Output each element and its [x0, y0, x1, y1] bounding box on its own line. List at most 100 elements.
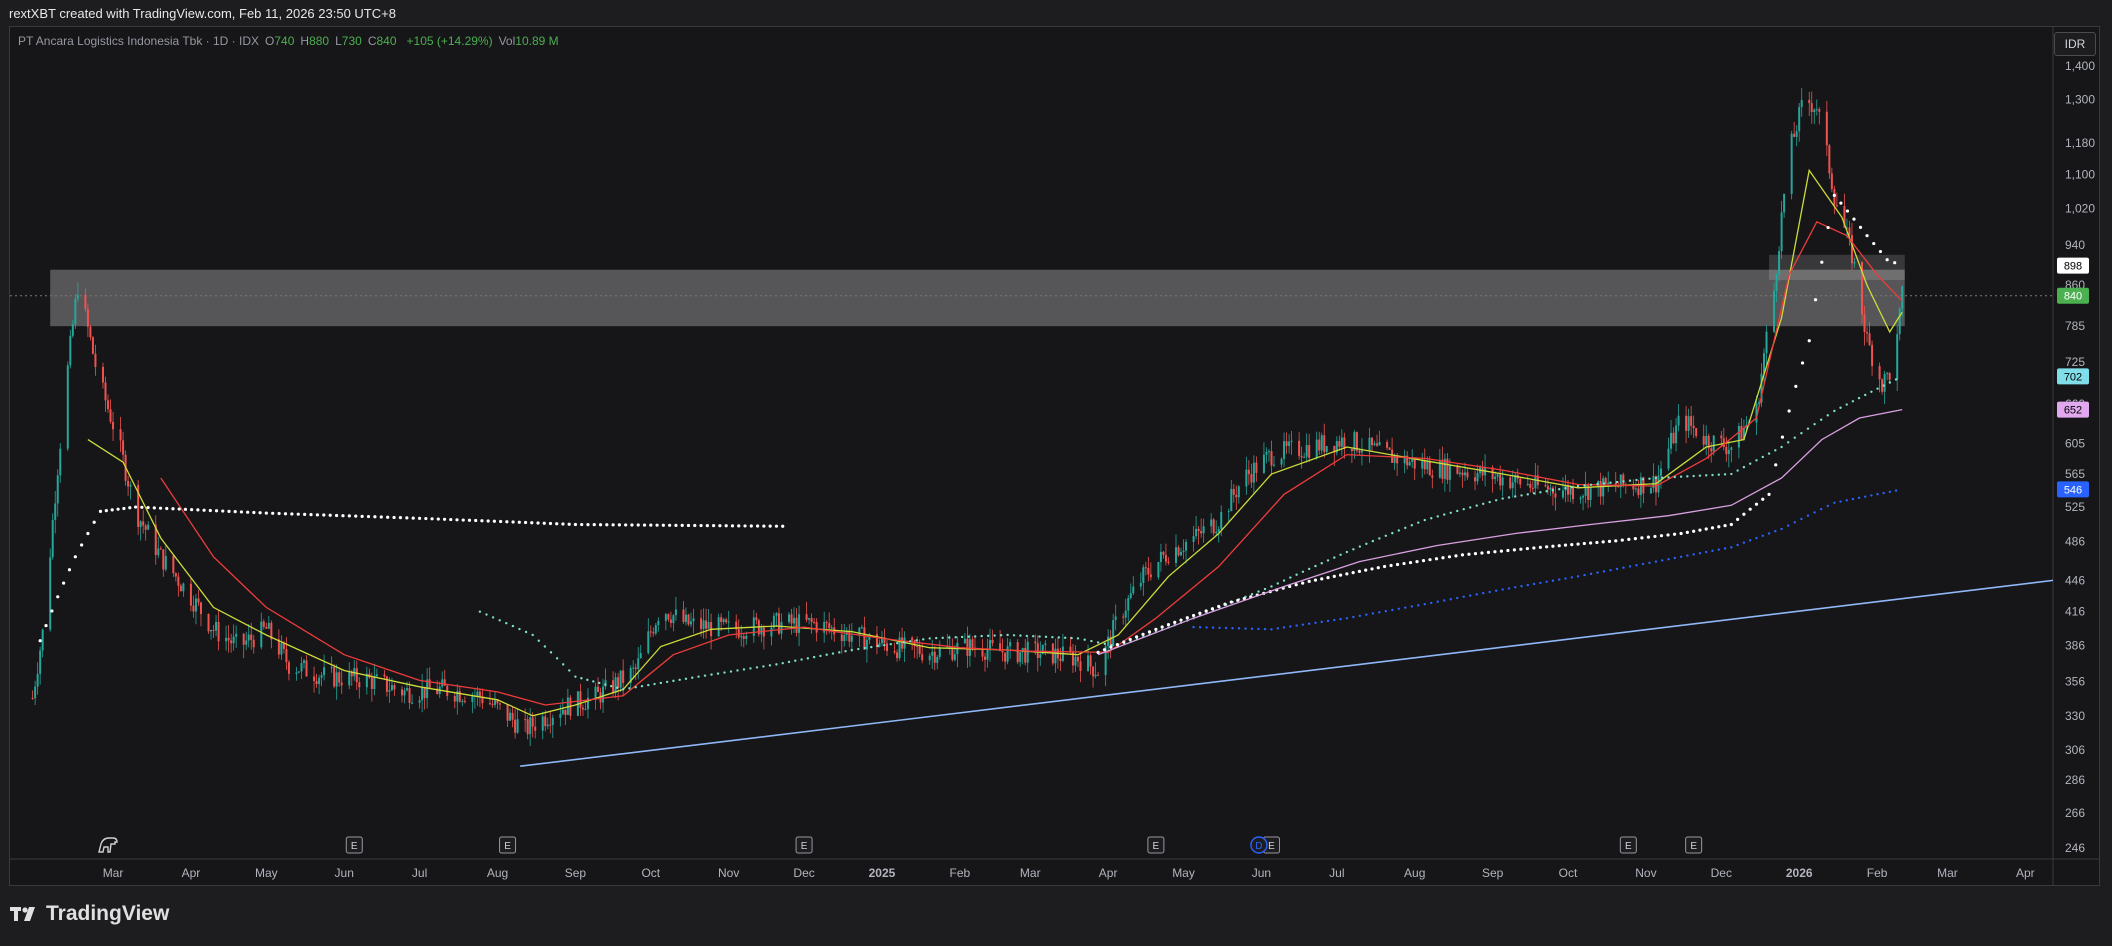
candle-body: [144, 525, 147, 530]
candle-body: [210, 630, 213, 632]
candle-body: [649, 631, 652, 633]
candle-body: [1350, 448, 1353, 452]
indicator-dot: [1462, 595, 1465, 598]
candle-body: [1896, 334, 1899, 380]
indicator-dot: [531, 633, 534, 637]
candle-body: [1167, 561, 1170, 563]
indicator-dot: [92, 520, 96, 524]
indicator-dot: [1742, 465, 1746, 469]
indicator-dot: [44, 623, 48, 628]
candle-body: [1690, 416, 1693, 426]
candle-body: [172, 555, 175, 574]
candle-body: [1569, 487, 1572, 495]
candle-body: [1092, 666, 1095, 677]
candle-body: [1871, 344, 1874, 367]
candle-body: [1582, 495, 1585, 498]
candle-body: [59, 448, 62, 476]
candle-body: [808, 618, 811, 620]
candle-body: [212, 630, 215, 632]
price-chart[interactable]: 246 266 286 306 330 356 386 416 446 486 525 565 605 6…: [10, 27, 2099, 885]
indicator-dot: [354, 514, 358, 518]
candle-body: [1712, 435, 1715, 452]
indicator-dot: [1876, 387, 1879, 390]
indicator-dot: [134, 505, 138, 509]
price-tag-label: 898: [2064, 261, 2082, 273]
indicator-dot: [1096, 641, 1100, 644]
indicator-dot: [271, 511, 275, 515]
indicator-dot: [1486, 550, 1491, 554]
indicator-dot: [1217, 604, 1221, 609]
indicator-dot: [485, 613, 488, 616]
indicator-dot: [1469, 594, 1472, 597]
candle-body: [1386, 442, 1389, 448]
candle-body: [1687, 416, 1690, 431]
x-tick-label: Apr: [2016, 866, 2035, 880]
x-tick-label: Sep: [1482, 866, 1504, 880]
indicator-dot: [62, 581, 66, 585]
candle-body: [541, 716, 544, 731]
candle-body: [840, 634, 843, 642]
candle-body: [101, 366, 104, 383]
indicator-dot: [1893, 261, 1897, 265]
indicator-dot: [1499, 549, 1504, 553]
candle-body: [775, 613, 778, 616]
indicator-dot: [1012, 634, 1016, 637]
indicator-dot: [1410, 605, 1413, 608]
indicator-dot: [1864, 495, 1867, 498]
indicator-dot: [1236, 598, 1240, 602]
indicator-dot: [1179, 618, 1183, 622]
candle-body: [561, 709, 564, 715]
indicator-dot: [1755, 459, 1758, 462]
indicator-dot: [781, 661, 784, 665]
candle-body: [762, 627, 765, 637]
candle-body: [1122, 616, 1125, 618]
indicator-dot: [478, 610, 482, 613]
indicator-dot: [1826, 504, 1829, 508]
candle-body: [1499, 474, 1502, 486]
candle-body: [991, 639, 994, 644]
candle-body: [717, 617, 720, 637]
candle-body: [584, 709, 587, 711]
candle-body: [370, 677, 373, 690]
candle-body: [1572, 487, 1575, 500]
indicator-dot: [775, 663, 778, 666]
x-tick-label: Mar: [1020, 866, 1041, 880]
indicator-dot: [787, 660, 791, 664]
candle-body: [1622, 474, 1625, 485]
candle-body: [639, 652, 642, 659]
indicator-dot: [1532, 582, 1536, 586]
tradingview-logo[interactable]: TradingView: [10, 902, 169, 926]
currency-button[interactable]: IDR: [2054, 32, 2096, 56]
indicator-dot: [1384, 534, 1388, 537]
indicator-dot: [1397, 529, 1401, 532]
x-tick-label: Nov: [718, 866, 739, 880]
indicator-dot: [1210, 607, 1215, 611]
candle-body: [1358, 450, 1361, 453]
indicator-dot: [296, 512, 300, 516]
indicator-dot: [1767, 492, 1771, 496]
indicator-dot: [1173, 620, 1177, 624]
candle-body: [318, 677, 321, 685]
candle-body: [388, 690, 391, 692]
indicator-dot: [1723, 473, 1727, 476]
candle-body: [825, 622, 828, 624]
indicator-dot: [1032, 635, 1035, 638]
candle-body: [1054, 648, 1057, 664]
indicator-dot: [1063, 636, 1067, 639]
candle-body: [1813, 109, 1816, 113]
indicator-dot: [755, 666, 759, 669]
candle-body: [700, 618, 703, 629]
candle-body: [637, 658, 640, 670]
indicator-dot: [686, 523, 691, 528]
indicator-dot: [1742, 541, 1746, 544]
indicator-dot: [1469, 506, 1472, 509]
candle-body: [1089, 655, 1092, 667]
indicator-dot: [598, 523, 603, 527]
chart-frame[interactable]: 246 266 286 306 330 356 386 416 446 486 525 565 605 6…: [9, 26, 2100, 886]
candle-body: [230, 640, 233, 644]
candle-body: [265, 626, 268, 629]
indicator-dot: [1083, 638, 1086, 641]
indicator-dot: [1449, 598, 1452, 601]
candle-body: [1850, 235, 1853, 264]
candle-body: [49, 557, 52, 630]
